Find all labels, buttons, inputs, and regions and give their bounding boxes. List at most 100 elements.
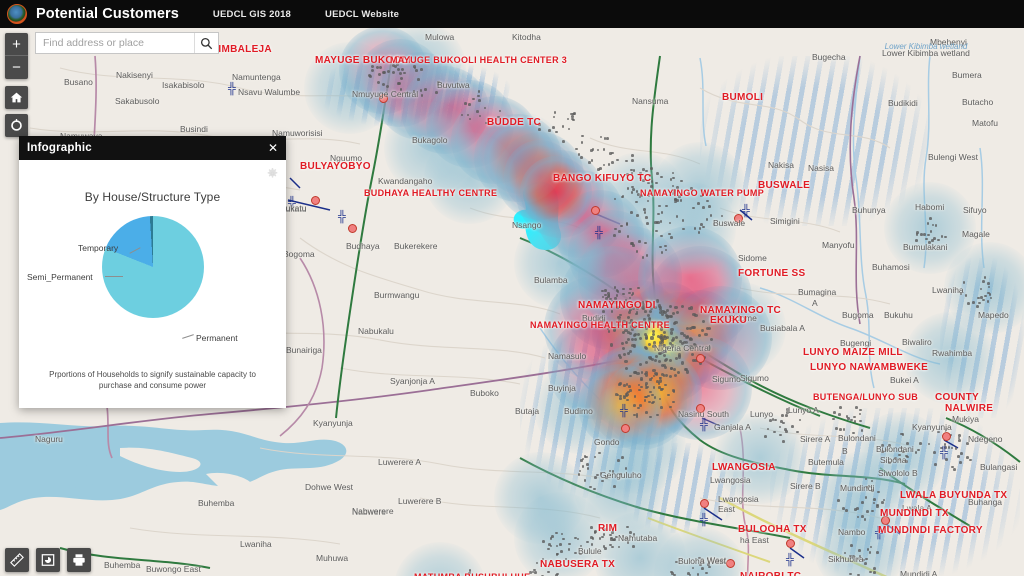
plus-icon[interactable]: +	[5, 33, 28, 56]
customer-point	[616, 289, 619, 292]
home-icon[interactable]	[5, 86, 28, 109]
customer-point	[590, 526, 593, 529]
chart-icon[interactable]	[36, 548, 60, 572]
search-bar[interactable]	[35, 32, 219, 54]
customer-point	[573, 112, 576, 115]
customer-point	[704, 333, 707, 336]
infographic-header: Infographic ✕	[19, 136, 286, 160]
bottom-toolbar[interactable]	[5, 548, 91, 572]
map-place-label: Lunyo A	[788, 405, 819, 415]
customer-point	[934, 463, 937, 466]
map-place-label: Ndegeno	[968, 434, 1003, 444]
customer-point	[675, 357, 678, 360]
gear-icon[interactable]	[267, 166, 278, 177]
search-icon[interactable]	[194, 33, 218, 53]
map-place-label: Luwerere B	[398, 496, 441, 506]
map-place-label: Dohwe West	[305, 482, 353, 492]
customer-point	[638, 240, 641, 243]
map-place-label: Sibona	[880, 455, 906, 465]
customer-point	[957, 455, 960, 458]
map-feature-label: BUDHAYA HEALTHY CENTRE	[364, 188, 497, 198]
power-station-marker[interactable]	[591, 206, 600, 215]
map-place-label: Lwangosia	[710, 475, 751, 485]
customer-point	[972, 301, 975, 304]
map-place-label: Sigumo	[712, 374, 741, 384]
home-button[interactable]	[5, 86, 28, 109]
customer-point	[637, 333, 640, 336]
customer-point	[615, 393, 618, 396]
infographic-panel[interactable]: Infographic ✕ By House/Structure Type Te…	[19, 136, 286, 408]
nav-link-uedcl-website[interactable]: UEDCL Website	[325, 9, 399, 20]
map-feature-label: MATUMBA BUSUBULUHE	[414, 572, 530, 576]
power-station-marker[interactable]	[942, 432, 951, 441]
map-place-label: Buwongo East	[146, 564, 201, 574]
map-place-label: Busindi	[180, 124, 208, 134]
customer-point	[873, 498, 876, 501]
customer-point	[647, 314, 650, 317]
map-place-label: Bugoma	[842, 310, 874, 320]
minus-icon[interactable]: −	[5, 56, 28, 79]
customer-point	[616, 159, 619, 162]
customer-point	[568, 548, 571, 551]
customer-point	[686, 335, 689, 338]
map-place-label: Buswale	[713, 218, 745, 228]
zoom-control[interactable]: + −	[5, 33, 28, 79]
customer-point	[873, 571, 876, 574]
close-icon[interactable]: ✕	[268, 142, 278, 154]
power-station-marker[interactable]	[348, 224, 357, 233]
customer-point	[555, 532, 558, 535]
customer-point	[578, 473, 581, 476]
search-input[interactable]	[36, 33, 194, 53]
power-station-marker[interactable]	[311, 196, 320, 205]
power-station-marker[interactable]	[696, 354, 705, 363]
customer-point	[628, 385, 631, 388]
map-place-label: Mapedo	[978, 310, 1009, 320]
customer-point	[669, 305, 672, 308]
customer-point	[849, 573, 852, 576]
customer-point	[708, 205, 711, 208]
map-place-label: Nabukalu	[358, 326, 394, 336]
customer-point	[637, 287, 640, 290]
customer-point	[917, 449, 920, 452]
map-place-label: Magale	[962, 229, 990, 239]
measure-icon[interactable]	[5, 548, 29, 572]
customer-point	[584, 479, 587, 482]
customer-point	[599, 167, 602, 170]
customer-point	[580, 459, 583, 462]
customer-point	[548, 543, 551, 546]
customer-point	[670, 328, 673, 331]
printer-icon[interactable]	[67, 548, 91, 572]
map-place-label: Ganjala A	[714, 422, 751, 432]
customer-point	[650, 336, 653, 339]
map-place-label: Sirere A	[800, 434, 830, 444]
map-feature-label: BULOOHA TX	[738, 524, 807, 535]
customer-point	[764, 435, 767, 438]
map-feature-label: LUNYO NAWAMBWEKE	[810, 362, 928, 373]
nav-link-gis-2018[interactable]: UEDCL GIS 2018	[213, 9, 291, 20]
customer-point	[876, 551, 879, 554]
map-feature-label: NALWIRE	[945, 403, 993, 414]
customer-point	[599, 537, 602, 540]
locate-icon[interactable]	[5, 114, 28, 137]
map-place-label: Bulondani	[876, 444, 914, 454]
pie-chart[interactable]: Temporary Semi_Permanent Permanent	[19, 210, 286, 360]
customer-point	[590, 149, 593, 152]
customer-point	[613, 485, 616, 488]
power-station-marker[interactable]	[726, 559, 735, 568]
customer-point	[976, 305, 979, 308]
map-feature-label: BANGO KIFUYO TC	[553, 173, 651, 184]
customer-point	[604, 547, 607, 550]
customer-point	[660, 220, 663, 223]
power-station-marker[interactable]	[700, 499, 709, 508]
customer-point	[843, 428, 846, 431]
power-station-marker[interactable]	[621, 424, 630, 433]
transmission-tower-icon: ╬	[228, 84, 236, 95]
map-place-label: Busiabala A	[760, 323, 805, 333]
customer-point	[669, 406, 672, 409]
pie-slices[interactable]	[102, 216, 204, 318]
customer-point	[697, 202, 700, 205]
customer-point	[877, 491, 880, 494]
locate-button[interactable]	[5, 114, 28, 137]
power-station-marker[interactable]	[786, 539, 795, 548]
customer-point	[636, 214, 639, 217]
